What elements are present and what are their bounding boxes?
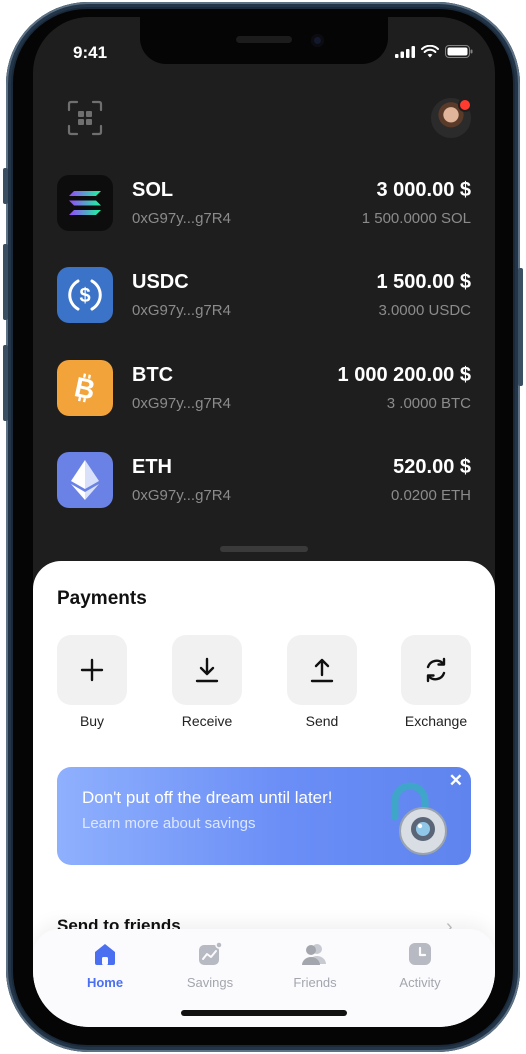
bitcoin-icon: B [57,360,113,416]
asset-row-sol[interactable]: SOL 0xG97y...g7R4 3 000.00 $ 1 500.0000 … [57,173,471,233]
tab-savings[interactable]: Savings [160,941,260,990]
plus-icon [80,658,104,682]
asset-symbol: SOL [132,179,174,201]
asset-fiat-value: 3 000.00 $ [376,179,471,201]
savings-promo-banner[interactable]: Don't put off the dream until later! Lea… [57,767,471,865]
asset-row-btc[interactable]: B BTC 0xG97y...g7R4 1 000 200.00 $ 3 .00… [57,358,471,418]
power-button [518,268,523,386]
tab-friends-label: Friends [293,975,337,990]
upload-icon [310,658,334,683]
promo-title: Don't put off the dream until later! [82,788,333,807]
asset-address: 0xG97y...g7R4 [132,487,231,504]
buy-label: Buy [79,713,105,729]
buy-button[interactable]: Buy [57,635,127,729]
tab-friends[interactable]: Friends [265,941,365,990]
app-screen: 9:41 SOL 0xG97y...g7R4 3 000.00 $ 1 500.… [33,17,495,1027]
tab-activity-label: Activity [399,975,441,990]
asset-symbol: BTC [132,364,174,386]
receive-tile[interactable] [172,635,242,705]
speaker-grille [236,36,292,43]
front-camera [311,34,324,47]
asset-token-amount: 0.0200 ETH [390,487,471,504]
asset-fiat-value: 1 500.00 $ [376,271,471,293]
exchange-label: Exchange [404,713,468,729]
status-icons [395,45,473,58]
padlock-illustration-icon [391,782,447,855]
notification-dot [458,98,472,112]
send-label: Send [305,713,339,729]
svg-text:$: $ [79,285,90,307]
receive-button[interactable]: Receive [172,635,242,729]
exchange-tile[interactable] [401,635,471,705]
battery-icon [445,45,473,58]
action-button [3,168,8,204]
tab-home-label: Home [86,975,124,990]
scan-qr-icon[interactable] [67,100,103,136]
friends-icon [302,944,326,965]
savings-chart-icon [199,941,223,965]
exchange-icon [426,657,446,683]
home-indicator [181,1010,347,1016]
asset-address: 0xG97y...g7R4 [132,395,231,412]
asset-address: 0xG97y...g7R4 [132,302,231,319]
asset-address: 0xG97y...g7R4 [132,210,231,227]
status-time: 9:41 [73,43,108,62]
cellular-signal-icon [395,45,415,58]
notch [140,17,388,64]
tab-savings-label: Savings [186,975,234,990]
volume-up-button [3,244,8,320]
asset-symbol: ETH [132,456,172,478]
payments-title: Payments [57,588,147,609]
promo-learn-more-link[interactable]: Learn more about savings [82,815,255,832]
asset-fiat-value: 520.00 $ [393,456,471,478]
asset-row-usdc[interactable]: $ USDC 0xG97y...g7R4 1 500.00 $ 3.0000 U… [57,265,471,325]
wifi-icon [421,45,439,58]
receive-label: Receive [181,713,233,729]
asset-symbol: USDC [132,271,189,293]
download-icon [195,657,219,683]
asset-fiat-value: 1 000 200.00 $ [337,364,471,386]
clock-icon [409,943,431,965]
send-tile[interactable] [287,635,357,705]
asset-token-amount: 3.0000 USDC [378,302,471,319]
buy-tile[interactable] [57,635,127,705]
close-icon[interactable]: ✕ [449,771,463,791]
exchange-button[interactable]: Exchange [401,635,471,729]
ethereum-icon [57,452,113,508]
volume-down-button [3,345,8,421]
sheet-drag-handle[interactable] [220,546,308,552]
tab-activity[interactable]: Activity [370,941,470,990]
solana-icon [57,175,113,231]
home-icon [95,944,115,965]
asset-token-amount: 1 500.0000 SOL [361,210,471,227]
send-button[interactable]: Send [287,635,357,729]
usdc-icon: $ [57,267,113,323]
asset-row-eth[interactable]: ETH 0xG97y...g7R4 520.00 $ 0.0200 ETH [57,450,471,510]
asset-token-amount: 3 .0000 BTC [386,395,471,412]
tab-home[interactable]: Home [55,941,155,990]
